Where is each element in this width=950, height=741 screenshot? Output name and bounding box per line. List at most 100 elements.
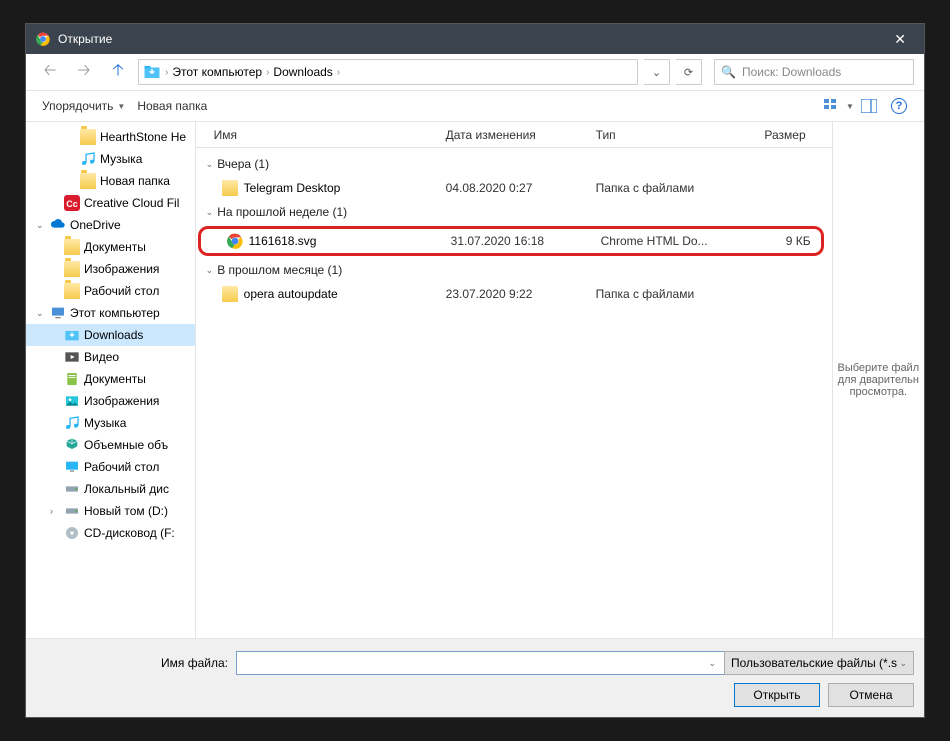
forward-button[interactable]: 🡢 (70, 60, 98, 84)
drive-icon (64, 503, 80, 519)
folder-icon (64, 261, 80, 277)
folder-icon (64, 283, 80, 299)
preview-pane-button[interactable] (854, 94, 884, 118)
tree-item-label: Локальный дис (84, 482, 169, 496)
breadcrumb-root[interactable]: Этот компьютер (168, 65, 266, 79)
group-title: Вчера (1) (217, 157, 269, 171)
chevron-down-icon: ⌄ (206, 159, 214, 170)
drive-icon (64, 481, 80, 497)
group-header[interactable]: ⌄В прошлом месяце (1) (196, 258, 832, 282)
file-row[interactable]: 1161618.svg31.07.2020 16:18Chrome HTML D… (201, 229, 821, 253)
chevron-right-icon: › (337, 67, 340, 78)
images-icon (64, 393, 80, 409)
titlebar[interactable]: Открытие ✕ (26, 24, 924, 54)
tree-item[interactable]: Локальный дис (26, 478, 195, 500)
folder-tree[interactable]: HearthStone HeМузыкаНовая папкаCcCreativ… (26, 122, 196, 638)
file-name: opera autoupdate (244, 287, 338, 301)
new-folder-button[interactable]: Новая папка (131, 95, 213, 117)
folder-icon (222, 286, 238, 302)
tree-item[interactable]: Downloads (26, 324, 195, 346)
window-title: Открытие (58, 32, 886, 46)
breadcrumb-folder[interactable]: Downloads (269, 65, 336, 79)
tree-item[interactable]: ⌄ OneDrive (26, 214, 195, 236)
tree-item[interactable]: Рабочий стол (26, 456, 195, 478)
back-button[interactable]: 🡠 (36, 60, 64, 84)
tree-item[interactable]: CD-дисковод (F: (26, 522, 195, 544)
svg-text:Cc: Cc (66, 199, 78, 209)
tree-item[interactable]: Изображения (26, 390, 195, 412)
file-name: Telegram Desktop (244, 181, 341, 195)
bottom-panel: Имя файла: ⌄ Пользовательские файлы (*.s… (26, 638, 924, 717)
tree-item-label: Музыка (84, 416, 126, 430)
tree-item[interactable]: Новая папка (26, 170, 195, 192)
tree-item-label: Рабочий стол (84, 284, 159, 298)
tree-item[interactable]: Рабочий стол (26, 280, 195, 302)
breadcrumb-dropdown[interactable]: ⌄ (644, 59, 670, 85)
file-list: Имя Дата изменения Тип Размер ⌄Вчера (1)… (196, 122, 832, 638)
cc-icon: Cc (64, 195, 80, 211)
file-row[interactable]: Telegram Desktop04.08.2020 0:27Папка с ф… (196, 176, 832, 200)
search-input[interactable]: 🔍 Поиск: Downloads (714, 59, 914, 85)
tree-item[interactable]: Видео (26, 346, 195, 368)
onedrive-icon (50, 217, 66, 233)
cd-icon (64, 525, 80, 541)
tree-item[interactable]: Объемные объ (26, 434, 195, 456)
search-placeholder: Поиск: Downloads (742, 65, 841, 79)
chevron-down-icon: ⌄ (206, 207, 214, 218)
col-type[interactable]: Тип (586, 128, 736, 142)
file-row[interactable]: opera autoupdate 23.07.2020 9:22Папка с ф… (196, 282, 832, 306)
music-icon (64, 415, 80, 431)
downloads-icon (143, 63, 161, 81)
tree-item-label: Объемные объ (84, 438, 168, 452)
twisty-icon: ⌄ (36, 308, 46, 319)
tree-item[interactable]: ⌄ Этот компьютер (26, 302, 195, 324)
close-button[interactable]: ✕ (886, 31, 914, 48)
organize-button[interactable]: Упорядочить▼ (36, 95, 131, 117)
twisty-icon: ⌄ (36, 220, 46, 231)
tree-item[interactable]: CcCreative Cloud Fil (26, 192, 195, 214)
tree-item-label: Документы (84, 240, 146, 254)
file-type: Папка с файлами (586, 181, 736, 195)
tree-item[interactable]: › Новый том (D:) (26, 500, 195, 522)
column-headers[interactable]: Имя Дата изменения Тип Размер (196, 122, 832, 148)
tree-item-label: Новый том (D:) (84, 504, 168, 518)
group-title: На прошлой неделе (1) (217, 205, 347, 219)
group-header[interactable]: ⌄Вчера (1) (196, 152, 832, 176)
tree-item-label: HearthStone He (100, 130, 186, 144)
filetype-filter[interactable]: Пользовательские файлы (*.s⌄ (724, 651, 914, 675)
up-button[interactable]: 🡡 (104, 60, 132, 84)
file-date: 23.07.2020 9:22 (436, 287, 586, 301)
filename-label: Имя файла: (36, 656, 236, 670)
tree-item-label: Изображения (84, 394, 159, 408)
tree-item-label: Документы (84, 372, 146, 386)
chevron-down-icon: ⌄ (206, 265, 214, 276)
tree-item[interactable]: Музыка (26, 148, 195, 170)
tree-item-label: OneDrive (70, 218, 121, 232)
tree-item-label: Этот компьютер (70, 306, 160, 320)
desktop-icon (64, 459, 80, 475)
help-button[interactable]: ? (884, 94, 914, 118)
folder-icon (64, 239, 80, 255)
tree-item[interactable]: Документы (26, 368, 195, 390)
tree-item[interactable]: Изображения (26, 258, 195, 280)
twisty-icon: › (50, 506, 60, 516)
chrome-icon (36, 32, 50, 46)
file-open-dialog: Открытие ✕ 🡠 🡢 🡡 › Этот компьютер › Down… (25, 23, 925, 718)
group-header[interactable]: ⌄На прошлой неделе (1) (196, 200, 832, 224)
file-size: 9 КБ (741, 234, 821, 248)
tree-item[interactable]: Музыка (26, 412, 195, 434)
col-name[interactable]: Имя (196, 128, 436, 142)
tree-item[interactable]: Документы (26, 236, 195, 258)
file-type: Папка с файлами (586, 287, 736, 301)
breadcrumb[interactable]: › Этот компьютер › Downloads › (138, 59, 638, 85)
open-button[interactable]: Открыть (734, 683, 820, 707)
tree-item[interactable]: HearthStone He (26, 126, 195, 148)
cancel-button[interactable]: Отмена (828, 683, 914, 707)
refresh-button[interactable]: ⟳ (676, 59, 702, 85)
filename-input[interactable] (236, 651, 726, 675)
col-size[interactable]: Размер (736, 128, 816, 142)
col-date[interactable]: Дата изменения (436, 128, 586, 142)
file-rows[interactable]: ⌄Вчера (1)Telegram Desktop04.08.2020 0:2… (196, 148, 832, 638)
video-icon (64, 349, 80, 365)
view-button[interactable]: ▼ (824, 94, 854, 118)
